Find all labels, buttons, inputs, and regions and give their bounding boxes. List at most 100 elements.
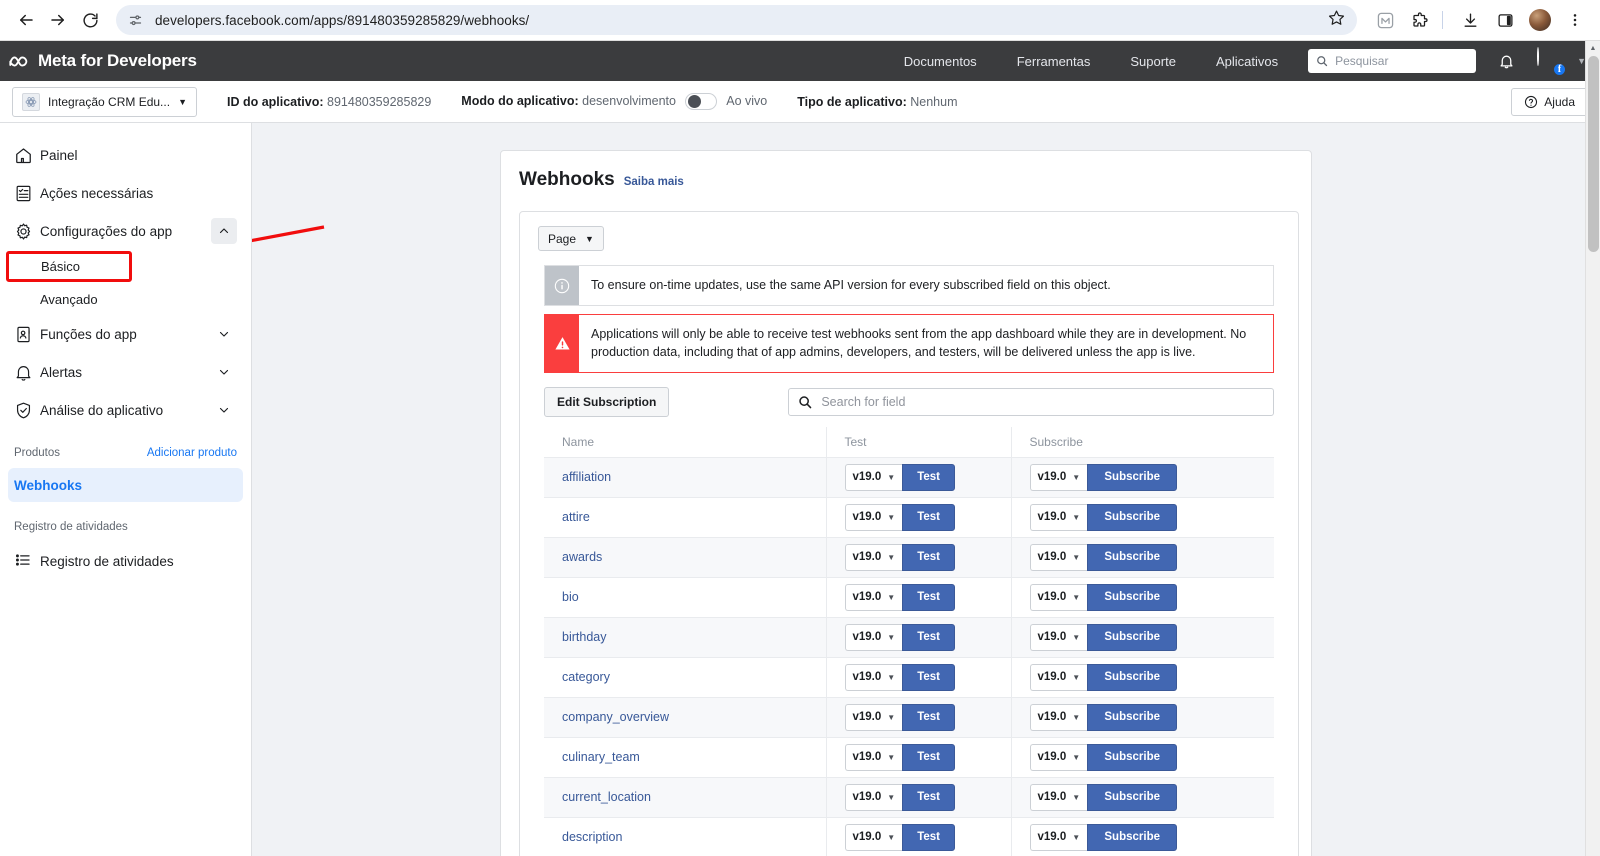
nav-suporte[interactable]: Suporte — [1110, 54, 1196, 69]
chevron-down-icon[interactable]: ▼ — [1072, 633, 1080, 642]
test-button[interactable]: Test — [902, 663, 955, 691]
bookmark-star-icon[interactable] — [1328, 9, 1345, 31]
test-button[interactable]: Test — [902, 743, 955, 771]
forward-icon[interactable] — [42, 4, 74, 36]
subscribe-button[interactable]: Subscribe — [1087, 543, 1178, 571]
test-version-select[interactable]: v19.0 ▼ — [844, 783, 903, 811]
meta-logo[interactable]: Meta for Developers — [8, 51, 197, 71]
extensions-puzzle-icon[interactable] — [1405, 5, 1435, 35]
sidebar-subitem-avancado[interactable]: Avançado — [8, 284, 243, 314]
subscribe-version-select[interactable]: v19.0 ▼ — [1029, 503, 1088, 531]
chevron-down-icon[interactable]: ▼ — [1072, 793, 1080, 802]
subscribe-button[interactable]: Subscribe — [1087, 503, 1178, 531]
field-name-cell[interactable]: company_overview — [544, 697, 827, 738]
subscribe-button[interactable]: Subscribe — [1087, 823, 1178, 851]
sidebar-item-registro-de-atividades[interactable]: Registro de atividades — [8, 542, 243, 580]
test-version-select[interactable]: v19.0 ▼ — [844, 823, 903, 851]
field-name-cell[interactable]: category — [544, 657, 827, 698]
chevron-down-icon[interactable] — [211, 321, 237, 347]
sidebar-item-funcoes-do-app[interactable]: Funções do app — [8, 316, 243, 352]
chevron-down-icon[interactable]: ▼ — [1072, 473, 1080, 482]
subscribe-button[interactable]: Subscribe — [1087, 583, 1178, 611]
test-button[interactable]: Test — [902, 623, 955, 651]
header-search-input[interactable]: Pesquisar — [1308, 49, 1477, 73]
page-scrollbar[interactable]: ▲ — [1585, 41, 1600, 856]
sidebar-item-painel[interactable]: Painel — [8, 137, 243, 173]
scroll-up-arrow-icon[interactable]: ▲ — [1586, 41, 1600, 56]
field-name-cell[interactable]: description — [544, 817, 827, 856]
chevron-down-icon[interactable]: ▼ — [1072, 553, 1080, 562]
chevron-down-icon[interactable] — [211, 397, 237, 423]
subscribe-button[interactable]: Subscribe — [1087, 783, 1178, 811]
chevron-down-icon[interactable]: ▼ — [887, 793, 895, 802]
app-selector-chevron-down-icon[interactable]: ▼ — [178, 97, 187, 107]
test-version-select[interactable]: v19.0 ▼ — [844, 543, 903, 571]
scrollbar-thumb[interactable] — [1588, 56, 1599, 252]
add-product-link[interactable]: Adicionar produto — [147, 447, 237, 459]
sidebar-item-acoes-necessarias[interactable]: Ações necessárias — [8, 175, 243, 211]
address-bar[interactable]: developers.facebook.com/apps/89148035928… — [116, 5, 1357, 35]
test-version-select[interactable]: v19.0 ▼ — [844, 703, 903, 731]
test-button[interactable]: Test — [902, 703, 955, 731]
field-search-input[interactable]: Search for field — [788, 387, 1274, 416]
chevron-down-icon[interactable]: ▼ — [887, 553, 895, 562]
app-selector[interactable]: Integração CRM Edu... ▼ — [12, 86, 197, 117]
sidebar-item-analise-do-aplicativo[interactable]: Análise do aplicativo — [8, 392, 243, 428]
chrome-menu-icon[interactable] — [1560, 5, 1590, 35]
sidebar-item-webhooks[interactable]: Webhooks — [8, 468, 243, 502]
subscribe-version-select[interactable]: v19.0 ▼ — [1029, 583, 1088, 611]
field-name-cell[interactable]: awards — [544, 537, 827, 578]
nav-aplicativos[interactable]: Aplicativos — [1196, 54, 1298, 69]
test-version-select[interactable]: v19.0 ▼ — [844, 743, 903, 771]
subscribe-version-select[interactable]: v19.0 ▼ — [1029, 823, 1088, 851]
subscribe-button[interactable]: Subscribe — [1087, 623, 1178, 651]
chevron-down-icon[interactable]: ▼ — [1072, 513, 1080, 522]
test-version-select[interactable]: v19.0 ▼ — [844, 583, 903, 611]
chevron-down-icon[interactable]: ▼ — [1072, 713, 1080, 722]
app-mode-toggle[interactable] — [685, 93, 718, 110]
downloads-icon[interactable] — [1455, 5, 1485, 35]
chevron-up-icon[interactable] — [211, 218, 237, 244]
subscribe-version-select[interactable]: v19.0 ▼ — [1029, 623, 1088, 651]
chevron-down-icon[interactable]: ▼ — [887, 473, 895, 482]
subscribe-version-select[interactable]: v19.0 ▼ — [1029, 463, 1088, 491]
reload-icon[interactable] — [74, 4, 106, 36]
field-name-cell[interactable]: birthday — [544, 617, 827, 658]
subscribe-version-select[interactable]: v19.0 ▼ — [1029, 543, 1088, 571]
test-version-select[interactable]: v19.0 ▼ — [844, 463, 903, 491]
field-name-cell[interactable]: affiliation — [544, 457, 827, 498]
subscribe-version-select[interactable]: v19.0 ▼ — [1029, 663, 1088, 691]
field-name-cell[interactable]: bio — [544, 577, 827, 618]
object-selector[interactable]: Page ▼ — [538, 226, 604, 251]
chevron-down-icon[interactable]: ▼ — [1072, 753, 1080, 762]
chevron-down-icon[interactable]: ▼ — [1072, 673, 1080, 682]
subscribe-button[interactable]: Subscribe — [1087, 743, 1178, 771]
field-name-cell[interactable]: attire — [544, 497, 827, 538]
chevron-down-icon[interactable] — [211, 359, 237, 385]
subscribe-button[interactable]: Subscribe — [1087, 663, 1178, 691]
test-version-select[interactable]: v19.0 ▼ — [844, 503, 903, 531]
test-button[interactable]: Test — [902, 543, 955, 571]
nav-documentos[interactable]: Documentos — [884, 54, 997, 69]
test-button[interactable]: Test — [902, 583, 955, 611]
sidebar-subitem-basico[interactable]: Básico — [6, 251, 132, 282]
profile-avatar[interactable] — [1525, 5, 1555, 35]
account-avatar[interactable]: f — [1537, 47, 1567, 76]
subscribe-version-select[interactable]: v19.0 ▼ — [1029, 703, 1088, 731]
site-settings-icon[interactable] — [128, 13, 143, 28]
edit-subscription-button[interactable]: Edit Subscription — [544, 386, 670, 417]
field-name-cell[interactable]: current_location — [544, 777, 827, 818]
subscribe-button[interactable]: Subscribe — [1087, 703, 1178, 731]
chevron-down-icon[interactable]: ▼ — [887, 833, 895, 842]
nav-ferramentas[interactable]: Ferramentas — [997, 54, 1111, 69]
sidebar-item-alertas[interactable]: Alertas — [8, 354, 243, 390]
chevron-down-icon[interactable]: ▼ — [887, 753, 895, 762]
help-button[interactable]: Ajuda — [1511, 87, 1588, 116]
extension-m-icon[interactable] — [1370, 5, 1400, 35]
bell-icon[interactable] — [1498, 53, 1515, 70]
test-version-select[interactable]: v19.0 ▼ — [844, 623, 903, 651]
subscribe-button[interactable]: Subscribe — [1087, 463, 1178, 491]
subscribe-version-select[interactable]: v19.0 ▼ — [1029, 743, 1088, 771]
chevron-down-icon[interactable]: ▼ — [887, 593, 895, 602]
chevron-down-icon[interactable]: ▼ — [887, 513, 895, 522]
